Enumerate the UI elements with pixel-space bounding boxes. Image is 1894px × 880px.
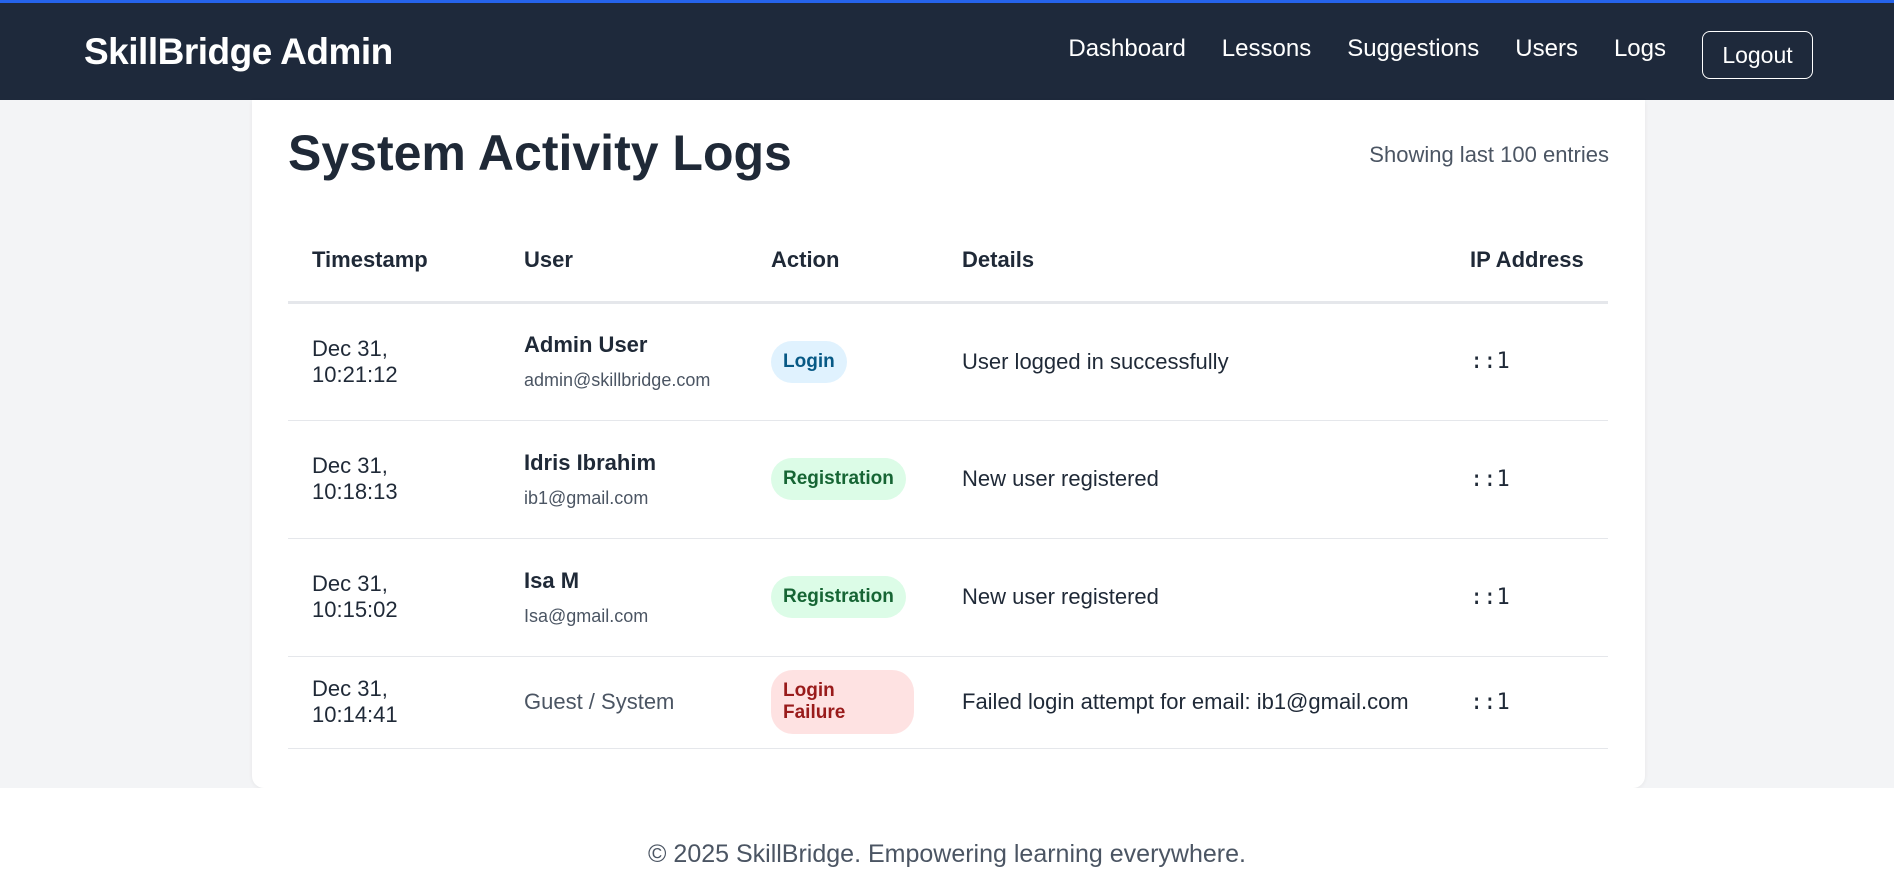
column-header-timestamp: Timestamp — [288, 220, 500, 304]
logout-button[interactable]: Logout — [1702, 31, 1813, 79]
table-row: Dec 31, 10:14:41 Guest / System Login Fa… — [288, 656, 1608, 749]
nav-logs-link[interactable]: Logs — [1614, 35, 1666, 63]
table-header-row: Timestamp User Action Details IP Address — [288, 220, 1608, 304]
user-email: admin@skillbridge.com — [524, 370, 711, 390]
column-header-ip-address: IP Address — [1446, 220, 1608, 304]
action-cell: Registration — [747, 420, 938, 539]
nav-dashboard-link[interactable]: Dashboard — [1068, 35, 1185, 63]
ip-address-cell: ::1 — [1446, 420, 1608, 539]
action-badge-registration: Registration — [771, 458, 906, 500]
table-row: Dec 31, 10:21:12 Admin User admin@skillb… — [288, 302, 1608, 421]
action-badge-login: Login — [771, 340, 847, 383]
logs-card: System Activity Logs Showing last 100 en… — [252, 100, 1645, 788]
user-email: Isa@gmail.com — [524, 605, 649, 626]
user-name: Admin User — [524, 332, 648, 357]
user-cell: Isa M Isa@gmail.com — [500, 538, 747, 657]
user-name: Idris Ibrahim — [524, 449, 657, 475]
nav-users-link[interactable]: Users — [1515, 35, 1578, 63]
ip-address-cell: ::1 — [1446, 656, 1608, 749]
brand-logo[interactable]: SkillBridge Admin — [84, 31, 393, 73]
timestamp-cell: Dec 31, 10:21:12 — [288, 302, 500, 421]
footer-copyright: © 2025 SkillBridge. Empowering learning … — [648, 840, 1246, 868]
page-title: System Activity Logs — [288, 125, 792, 181]
timestamp-cell: Dec 31, 10:14:41 — [288, 656, 500, 749]
table-row: Dec 31, 10:15:02 Isa M Isa@gmail.com Reg… — [288, 538, 1608, 657]
user-cell: Idris Ibrahim ib1@gmail.com — [500, 420, 747, 539]
activity-log-table: Timestamp User Action Details IP Address… — [288, 220, 1608, 749]
timestamp-cell: Dec 31, 10:18:13 — [288, 420, 500, 539]
page-footer: © 2025 SkillBridge. Empowering learning … — [0, 788, 1894, 880]
column-header-details: Details — [938, 220, 1446, 304]
details-cell: New user registered — [938, 420, 1446, 539]
table-row: Dec 31, 10:18:13 Idris Ibrahim ib1@gmail… — [288, 420, 1608, 539]
top-navbar: SkillBridge Admin Dashboard Lessons Sugg… — [0, 0, 1894, 100]
main-nav: Dashboard Lessons Suggestions Users Logs — [1068, 35, 1666, 63]
guest-user-label: Guest / System — [524, 689, 675, 714]
nav-lessons-link[interactable]: Lessons — [1222, 35, 1311, 63]
user-email: ib1@gmail.com — [524, 487, 649, 508]
details-cell: Failed login attempt for email: ib1@gmai… — [938, 656, 1446, 749]
entries-count-note: Showing last 100 entries — [1369, 142, 1609, 167]
action-cell: Login Failure — [747, 656, 938, 749]
column-header-user: User — [500, 220, 747, 304]
details-cell: New user registered — [938, 538, 1446, 657]
user-cell: Guest / System — [500, 656, 747, 749]
column-header-action: Action — [747, 220, 938, 304]
action-cell: Registration — [747, 538, 938, 657]
user-cell: Admin User admin@skillbridge.com — [500, 302, 747, 421]
action-cell: Login — [747, 302, 938, 421]
action-badge-login-failure: Login Failure — [771, 670, 914, 734]
user-name: Isa M — [524, 567, 580, 593]
details-cell: User logged in successfully — [938, 302, 1446, 421]
ip-address-cell: ::1 — [1446, 538, 1608, 657]
nav-suggestions-link[interactable]: Suggestions — [1347, 35, 1479, 63]
timestamp-cell: Dec 31, 10:15:02 — [288, 538, 500, 657]
ip-address-cell: ::1 — [1446, 302, 1608, 421]
action-badge-registration: Registration — [771, 576, 906, 618]
